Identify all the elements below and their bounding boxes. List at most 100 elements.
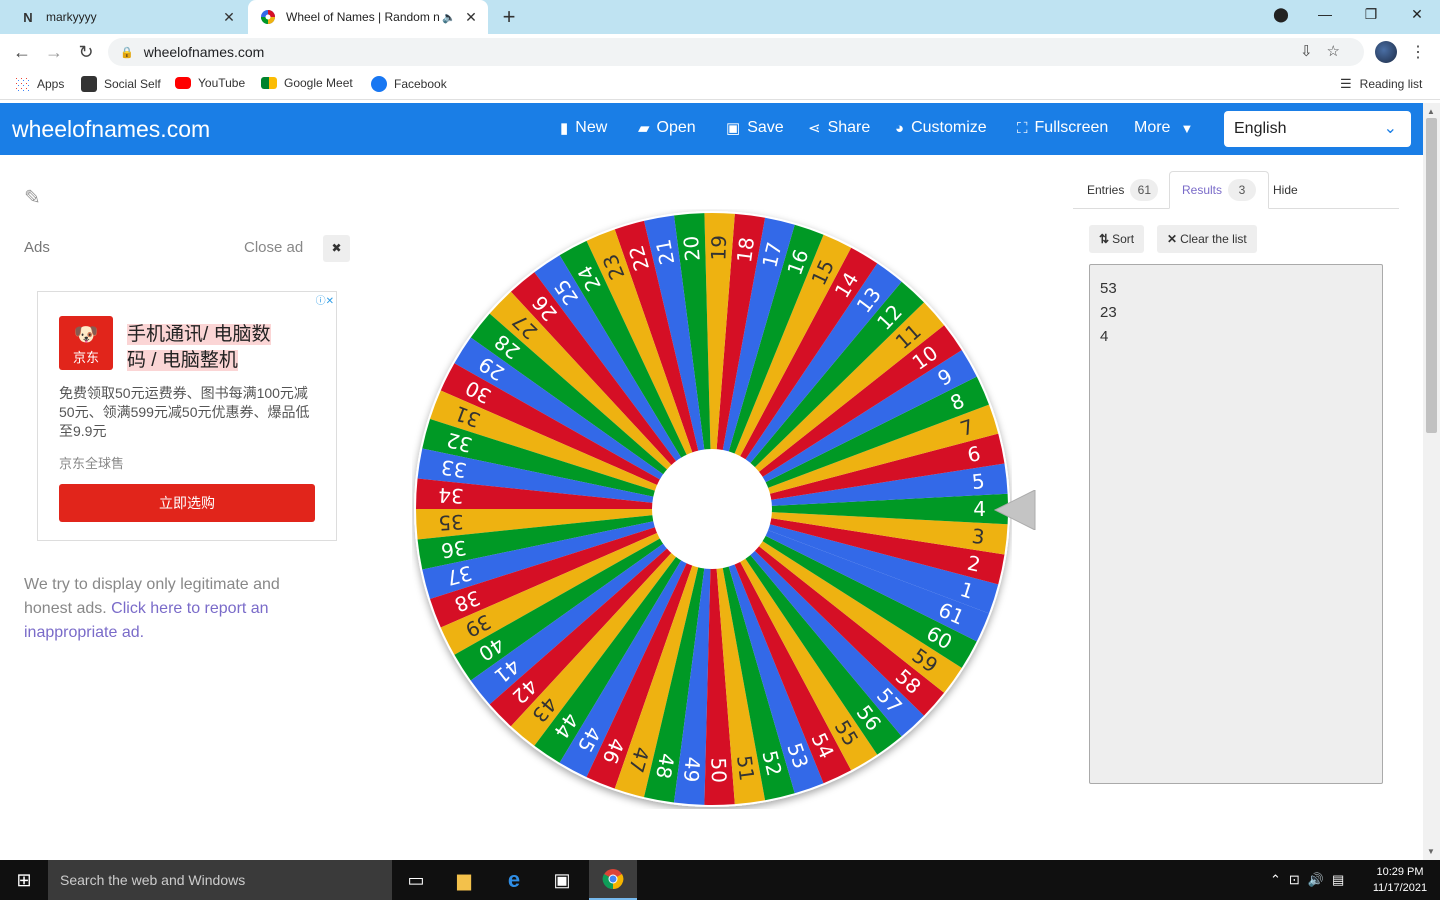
restore-button[interactable]: ❐ [1356,6,1386,23]
reload-button[interactable]: ↻ [74,41,98,63]
taskbar-search-box[interactable]: Search the web and Windows [48,860,392,900]
bookmark-google-meet[interactable]: Google Meet [261,76,353,90]
browser-menu-icon[interactable]: ⋮ [1410,42,1426,62]
youtube-icon [175,77,191,89]
ads-label: Ads [24,239,50,256]
tab-hide[interactable]: Hide [1261,171,1310,209]
forward-button[interactable]: → [42,41,66,63]
folder-open-icon: ▰ [638,120,650,137]
site-brand[interactable]: wheelofnames.com [12,116,210,143]
profile-avatar[interactable] [1375,41,1397,63]
sort-icon: ⇅ [1099,232,1110,246]
clear-list-button[interactable]: ✕ Clear the list [1157,225,1257,253]
adchoices-icon[interactable]: ⓘ✕ [316,292,334,307]
name-wheel[interactable]: 1234567891011121314151617181920212223242… [412,209,1012,809]
bookmark-youtube[interactable]: YouTube [175,76,245,90]
tab-search-icon[interactable]: ⬤ [1266,6,1296,23]
chrome-icon[interactable] [589,860,637,900]
more-button[interactable]: More ▼ [1134,119,1193,137]
bookmark-apps[interactable]: Apps [14,76,64,92]
save-button[interactable]: ▣ Save [726,119,784,137]
windows-start-icon[interactable]: ⊞ [0,860,48,900]
new-tab-button[interactable]: + [498,6,520,28]
page-scrollbar[interactable]: ▲ ▼ [1423,103,1440,860]
wheel-center[interactable] [652,449,772,569]
minimize-button[interactable]: — [1310,6,1340,22]
wheel-label: 3 [971,524,986,549]
network-icon[interactable]: ⊡ [1289,872,1308,887]
bookmark-star-icon[interactable]: ☆ [1327,43,1354,60]
close-tab-icon[interactable]: ✕ [218,9,240,26]
results-count-badge: 3 [1228,179,1257,201]
wheel-label: 21 [651,237,679,266]
system-tray[interactable]: ⌃⊡🔊▤ [1270,872,1352,888]
google-meet-icon [261,77,277,89]
result-item: 53 [1100,280,1117,297]
ad-title[interactable]: 手机通讯/ 电脑数 码 / 电脑整机 [127,322,317,374]
chevron-down-icon: ▼ [1180,120,1194,136]
wheel-label: 49 [679,756,705,783]
app-header: wheelofnames.com ▮ New ▰ Open ▣ Save ⋖ Share… [0,103,1423,155]
tab-results[interactable]: Results 3 [1169,171,1270,209]
panel-tabs: Entries 61 Results 3 Hide [1073,171,1399,209]
edit-icon[interactable]: ✎ [24,185,46,209]
apps-grid-icon [14,76,30,92]
reading-list-button[interactable]: ☰ Reading list [1340,76,1422,92]
wheelofnames-icon [260,9,276,25]
results-textarea[interactable]: 53 23 4 [1089,264,1383,784]
browser-tab-wheel-of-names[interactable]: Wheel of Names | Random n 🔈 ✕ [248,0,488,34]
close-tab-icon[interactable]: ✕ [460,9,482,26]
bookmarks-bar: Apps Social Self YouTube Google Meet Fac… [0,70,1440,100]
reading-list-icon: ☰ [1340,76,1352,91]
scroll-up-arrow[interactable]: ▲ [1427,107,1435,116]
lock-icon[interactable]: 🔒 [120,46,134,59]
open-button[interactable]: ▰ Open [638,119,696,137]
jd-logo: 🐶 京东 [59,316,113,370]
close-window-button[interactable]: ✕ [1402,6,1432,23]
bookmark-social-self[interactable]: Social Self [81,76,161,92]
customize-button[interactable]: ◕ Customize [895,119,987,137]
file-explorer-icon[interactable]: ▆ [440,860,488,900]
task-view-icon[interactable]: ▭ [392,860,440,900]
result-item: 23 [1100,304,1117,321]
ad-seller: 京东全球售 [59,456,125,471]
scrollbar-thumb[interactable] [1426,118,1437,433]
language-select[interactable]: English ⌄ [1224,111,1411,147]
sort-button[interactable]: ⇅ Sort [1089,225,1145,253]
address-bar[interactable]: 🔒 wheelofnames.com ⇩☆ [108,38,1364,66]
chevron-up-icon[interactable]: ⌃ [1270,872,1289,887]
palette-icon: ◕ [895,119,905,137]
result-item: 4 [1100,328,1109,345]
edge-icon[interactable]: e [490,860,538,900]
tab-title: markyyyy [46,10,97,24]
store-icon[interactable]: ▣ [538,860,586,900]
scroll-down-arrow[interactable]: ▼ [1427,847,1435,856]
jd-dog-icon: 🐶 [73,324,99,346]
windows-taskbar: ⊞ Search the web and Windows ▭ ▆ e ▣ ⌃⊡🔊… [0,860,1440,900]
install-icon[interactable]: ⇩ [1300,43,1327,60]
tab-entries[interactable]: Entries 61 [1073,171,1172,209]
notifications-icon[interactable]: ▤ [1332,872,1352,887]
wheel-label: 34 [438,483,465,508]
ad-cta-button[interactable]: 立即选购 [59,484,315,522]
wheel-label: 19 [706,235,731,261]
fullscreen-button[interactable]: ⛶ Fullscreen [1017,119,1108,137]
url-text: wheelofnames.com [143,44,265,60]
close-ad-label[interactable]: Close ad [244,239,303,256]
back-button[interactable]: ← [10,41,34,63]
entries-count-badge: 61 [1130,179,1159,201]
bookmark-facebook[interactable]: Facebook [371,76,447,92]
ad-body: 免费领取50元运费券、图书每满100元减50元、领满599元减50元优惠券、爆品… [59,385,310,439]
advertisement[interactable]: ⓘ✕ 🐶 京东 手机通讯/ 电脑数 码 / 电脑整机 免费领取50元运费券、图书… [37,291,337,541]
wheel-label: 51 [732,754,759,782]
taskbar-clock[interactable]: 10:29 PM 11/17/2021 [1366,864,1434,896]
browser-tab-markyyyy[interactable]: N markyyyy ✕ [8,0,246,34]
wheel-pointer-icon [993,490,1036,530]
volume-icon[interactable]: 🔊 [1308,872,1332,887]
browser-toolbar: ← → ↻ 🔒 wheelofnames.com ⇩☆ ⋮ [0,34,1440,70]
close-ad-button[interactable]: ✖ [323,235,350,262]
share-button[interactable]: ⋖ Share [808,119,870,137]
speaker-icon[interactable]: 🔈 [442,11,456,24]
new-button[interactable]: ▮ New [560,119,607,137]
ad-disclaimer: We try to display only legitimate and ho… [24,576,280,641]
